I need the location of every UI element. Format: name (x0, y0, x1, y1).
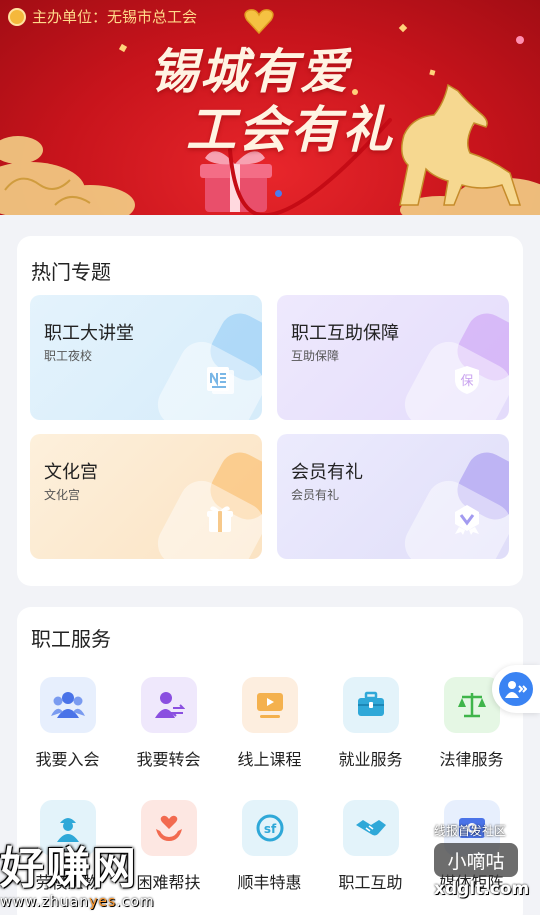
watermark-url: www.zhuanyes.com (0, 894, 155, 910)
svg-text:sf: sf (263, 822, 276, 836)
service-label: 职工互助 (338, 873, 403, 892)
document-icon (207, 367, 234, 394)
topic-lecture-hall[interactable]: 职工大讲堂 职工夜校 (30, 295, 262, 420)
topic-name: 会员有礼 (291, 462, 363, 483)
watermark-right: 线报首发社区 小嘀咕 xdglt.com (434, 822, 540, 899)
gift-icon (207, 506, 233, 532)
shield-icon: 保 (455, 366, 479, 394)
topic-subtitle: 文化宫 (44, 488, 81, 502)
service-label: 线上课程 (237, 750, 302, 769)
service-label: 法律服务 (439, 750, 504, 769)
service-label: 我要入会 (35, 750, 100, 769)
user-transfer-icon (140, 677, 197, 733)
badge-icon (455, 505, 479, 535)
svg-text:保: 保 (460, 374, 473, 389)
topic-member-gifts[interactable]: 会员有礼 会员有礼 (277, 434, 509, 559)
group-icon (39, 677, 96, 733)
watermark-brand: 好赚网 (0, 843, 138, 894)
user-forward-icon (499, 672, 533, 706)
service-label: 就业服务 (338, 750, 403, 769)
banner-title-line2: 工会有礼 (186, 100, 394, 159)
watermark-left: 好赚网 www.zhuanyes.com (0, 832, 155, 910)
floating-assistant-button[interactable] (492, 665, 540, 713)
service-join-union[interactable]: 我要入会 (17, 677, 118, 770)
topic-culture-palace[interactable]: 文化宫 文化宫 (30, 434, 262, 559)
topic-name: 职工大讲堂 (44, 323, 134, 344)
carousel-indicator[interactable] (275, 190, 282, 197)
watermark-domain: xdglt.com (434, 879, 530, 899)
service-label: 顺丰特惠 (237, 873, 302, 892)
heart-icon (244, 9, 274, 34)
topic-name: 职工互助保障 (291, 323, 399, 344)
service-mutual-help[interactable]: 职工互助 (320, 800, 421, 893)
watermark-community: 线报首发社区 (434, 824, 507, 838)
topic-subtitle: 会员有礼 (291, 488, 340, 502)
top-banner[interactable]: 主办单位：无锡市总工会 锡城有爱 工会有礼 (0, 0, 540, 215)
service-transfer-union[interactable]: 我要转会 (118, 677, 219, 770)
sponsor-text: 主办单位：无锡市总工会 (32, 8, 198, 26)
url-part: www.zhuan (0, 894, 90, 910)
url-part: .com (116, 894, 155, 910)
topic-subtitle: 互助保障 (291, 349, 340, 363)
service-employment[interactable]: 就业服务 (320, 677, 421, 770)
services-title: 职工服务 (31, 627, 111, 651)
sponsor-label: 主办单位：无锡市总工会 (8, 6, 197, 27)
scale-icon (443, 677, 500, 733)
topic-subtitle: 职工夜校 (44, 349, 93, 363)
emblem-icon (8, 7, 26, 26)
url-part: yes (89, 894, 117, 910)
hot-topics-card: 热门专题 职工大讲堂 职工夜校 职工互助保障 互助保障 保 文化宫 文化宫 会员… (17, 236, 523, 586)
briefcase-icon (342, 677, 399, 733)
service-online-courses[interactable]: 线上课程 (219, 677, 320, 770)
watermark-logo: 小嘀咕 (434, 843, 518, 877)
video-icon (241, 677, 298, 733)
hot-topics-title: 热门专题 (31, 260, 111, 284)
topic-name: 文化宫 (44, 462, 98, 483)
handshake-icon (342, 800, 399, 856)
topic-mutual-aid[interactable]: 职工互助保障 互助保障 保 (277, 295, 509, 420)
sf-logo-icon: sf (241, 800, 298, 856)
service-sf-discount[interactable]: sf 顺丰特惠 (219, 800, 320, 893)
service-label: 我要转会 (136, 750, 201, 769)
